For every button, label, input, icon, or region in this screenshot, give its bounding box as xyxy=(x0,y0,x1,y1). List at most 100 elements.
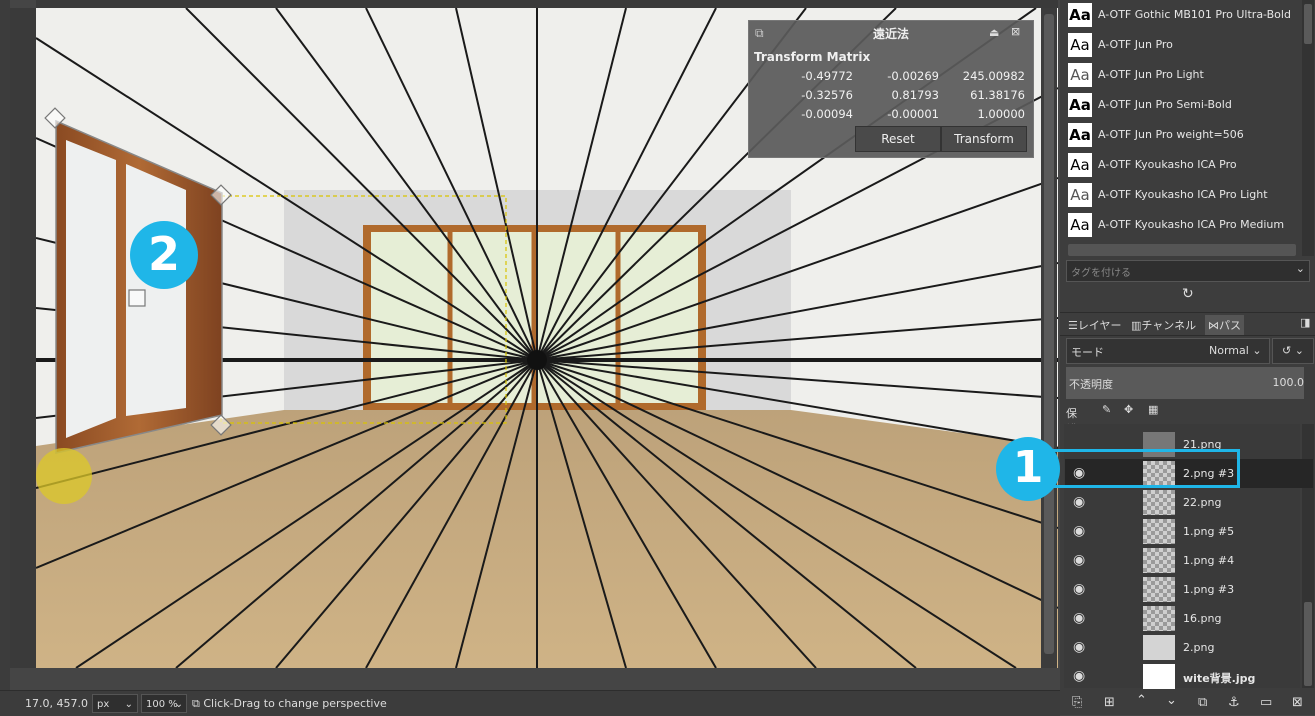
matrix-cell: -0.00001 xyxy=(887,107,939,121)
layer-thumbnail xyxy=(1143,490,1175,515)
font-list-hscroll[interactable] xyxy=(1068,244,1296,256)
canvas-vertical-scrollbar[interactable] xyxy=(1041,8,1057,668)
font-list-item[interactable]: Aa A-OTF Jun Pro Semi-Bold xyxy=(1068,90,1315,120)
font-list-item[interactable]: Aa A-OTF Kyoukasho ICA Pro Medium xyxy=(1068,210,1315,240)
font-preview: Aa xyxy=(1068,63,1092,87)
font-preview: Aa xyxy=(1068,213,1092,237)
matrix-cell: 1.00000 xyxy=(977,107,1025,121)
font-preview: Aa xyxy=(1068,183,1092,207)
layer-row[interactable]: ◉ 1.png #3 xyxy=(1065,575,1313,604)
unit-select[interactable]: px ⌄ xyxy=(92,694,138,713)
matrix-cell: 61.38176 xyxy=(970,88,1025,102)
layer-thumbnail xyxy=(1143,548,1175,573)
matrix-row: -0.00094 -0.00001 1.00000 xyxy=(749,107,1033,125)
layer-row[interactable]: ◉ 1.png #4 xyxy=(1065,546,1313,575)
matrix-label: Transform Matrix xyxy=(754,50,871,64)
chevron-down-icon: ⌄ xyxy=(174,699,183,710)
mode-reset-icon[interactable]: ↺ ⌄ xyxy=(1272,338,1314,364)
layer-row[interactable]: ◉ wite背景.jpg xyxy=(1065,662,1313,691)
layer-row[interactable]: ◉ 16.png xyxy=(1065,604,1313,633)
selected-layer-highlight xyxy=(1030,449,1240,488)
new-layer-icon[interactable]: ⎘ xyxy=(1072,695,1082,710)
callout-two: 2 xyxy=(130,221,198,289)
duplicate-layer-icon[interactable]: ⧉ xyxy=(1198,695,1207,710)
status-bar: 17.0, 457.0 px ⌄ 100 % ⌄ ⧉ Click-Drag to c… xyxy=(0,690,1060,716)
font-preview: Aa xyxy=(1068,3,1092,27)
font-list-item[interactable]: Aa A-OTF Jun Pro xyxy=(1068,30,1315,60)
layer-row[interactable]: ◉ 1.png #5 xyxy=(1065,517,1313,546)
refresh-icon[interactable]: ↻ xyxy=(1182,286,1194,302)
layer-buttons: ⎘ ⊞ ⌃ ⌄ ⧉ ⚓ ▭ ⊠ xyxy=(1060,693,1315,715)
lock-alpha-icon[interactable]: ▦ xyxy=(1148,403,1158,416)
font-list-item[interactable]: Aa A-OTF Kyoukasho ICA Pro Light xyxy=(1068,180,1315,210)
lock-pixels-icon[interactable]: ✎ xyxy=(1102,403,1111,416)
matrix-cell: -0.00094 xyxy=(801,107,853,121)
pointer-coords: 17.0, 457.0 xyxy=(25,697,88,710)
transform-button[interactable]: Transform xyxy=(941,126,1027,152)
eye-icon[interactable]: ◉ xyxy=(1073,581,1091,599)
font-list-item[interactable]: Aa A-OTF Kyoukasho ICA Pro xyxy=(1068,150,1315,180)
font-preview: Aa xyxy=(1068,33,1092,57)
vanishing-point xyxy=(527,350,547,370)
font-list-vscroll[interactable] xyxy=(1302,0,1314,256)
layers-icon: ☰ xyxy=(1068,319,1078,332)
layer-thumbnail xyxy=(1143,606,1175,631)
font-list-item[interactable]: Aa A-OTF Jun Pro Light xyxy=(1068,60,1315,90)
mode-row: モード Normal ⌄ xyxy=(1066,338,1270,364)
corner-highlight xyxy=(36,448,92,504)
eye-icon[interactable]: ◉ xyxy=(1073,494,1091,512)
toolbox-edge xyxy=(0,0,10,690)
eye-icon[interactable]: ◉ xyxy=(1073,552,1091,570)
eye-icon[interactable]: ◉ xyxy=(1073,523,1091,541)
font-preview: Aa xyxy=(1068,93,1092,117)
font-list-item[interactable]: Aa A-OTF Jun Pro weight=506 xyxy=(1068,120,1315,150)
lock-position-icon[interactable]: ✥ xyxy=(1124,403,1133,416)
reset-button[interactable]: Reset xyxy=(855,126,941,152)
matrix-row: -0.49772 -0.00269 245.00982 xyxy=(749,69,1033,87)
layer-row[interactable]: ◉ 2.png xyxy=(1065,633,1313,662)
tab-channels[interactable]: ▥チャンネル xyxy=(1131,317,1196,333)
perspective-dialog: ⧉ 遠近法 ⏏ ⊠ Transform Matrix -0.49772 -0.0… xyxy=(748,20,1034,158)
eye-icon[interactable]: ◉ xyxy=(1073,610,1091,628)
layer-thumbnail xyxy=(1143,664,1175,689)
lower-layer-icon[interactable]: ⌄ xyxy=(1166,693,1177,708)
panel-menu-icon[interactable]: ◨ xyxy=(1300,316,1310,329)
matrix-cell: 0.81793 xyxy=(891,88,939,102)
close-icon[interactable]: ⊠ xyxy=(1011,25,1020,38)
matrix-cell: -0.49772 xyxy=(801,69,853,83)
tag-input[interactable]: タグを付ける ⌄ xyxy=(1066,260,1310,282)
mask-icon[interactable]: ▭ xyxy=(1260,695,1272,710)
chevron-down-icon: ⌄ xyxy=(1295,262,1305,275)
vertical-ruler[interactable] xyxy=(10,8,36,668)
layer-thumbnail xyxy=(1143,635,1175,660)
layer-row[interactable]: ◉ 22.png xyxy=(1065,488,1313,517)
perspective-tool-icon: ⧉ xyxy=(192,697,200,710)
layer-thumbnail xyxy=(1143,519,1175,544)
delete-layer-icon[interactable]: ⊠ xyxy=(1292,695,1303,710)
anchor-layer-icon[interactable]: ⚓ xyxy=(1228,695,1240,710)
callout-one: 1 xyxy=(996,437,1060,501)
matrix-cell: -0.32576 xyxy=(801,88,853,102)
dock-tabs: ☰レイヤー ▥チャンネル ⋈パス ◨ xyxy=(1060,312,1315,336)
matrix-cell: -0.00269 xyxy=(887,69,939,83)
pin-icon[interactable]: ⏏ xyxy=(989,26,999,39)
new-group-icon[interactable]: ⊞ xyxy=(1104,695,1115,710)
paths-icon: ⋈ xyxy=(1208,319,1219,332)
eye-icon[interactable]: ◉ xyxy=(1073,668,1091,686)
tab-paths[interactable]: ⋈パス xyxy=(1205,315,1244,335)
zoom-select[interactable]: 100 % ⌄ xyxy=(141,694,187,713)
font-preview: Aa xyxy=(1068,153,1092,177)
opacity-slider[interactable]: 不透明度 100.0 xyxy=(1066,367,1304,399)
font-list-item[interactable]: Aa A-OTF Gothic MB101 Pro Ultra-Bold xyxy=(1068,0,1315,30)
eye-icon[interactable]: ◉ xyxy=(1073,639,1091,657)
matrix-row: -0.32576 0.81793 61.38176 xyxy=(749,88,1033,106)
layer-thumbnail xyxy=(1143,577,1175,602)
raise-layer-icon[interactable]: ⌃ xyxy=(1136,693,1147,708)
status-hint: ⧉ Click-Drag to change perspective xyxy=(192,697,387,710)
font-preview: Aa xyxy=(1068,123,1092,147)
mode-select[interactable]: Normal ⌄ xyxy=(1209,344,1262,357)
matrix-cell: 245.00982 xyxy=(962,69,1025,83)
tab-layers[interactable]: ☰レイヤー xyxy=(1068,317,1122,333)
channels-icon: ▥ xyxy=(1131,319,1142,332)
chevron-down-icon: ⌄ xyxy=(124,699,133,710)
